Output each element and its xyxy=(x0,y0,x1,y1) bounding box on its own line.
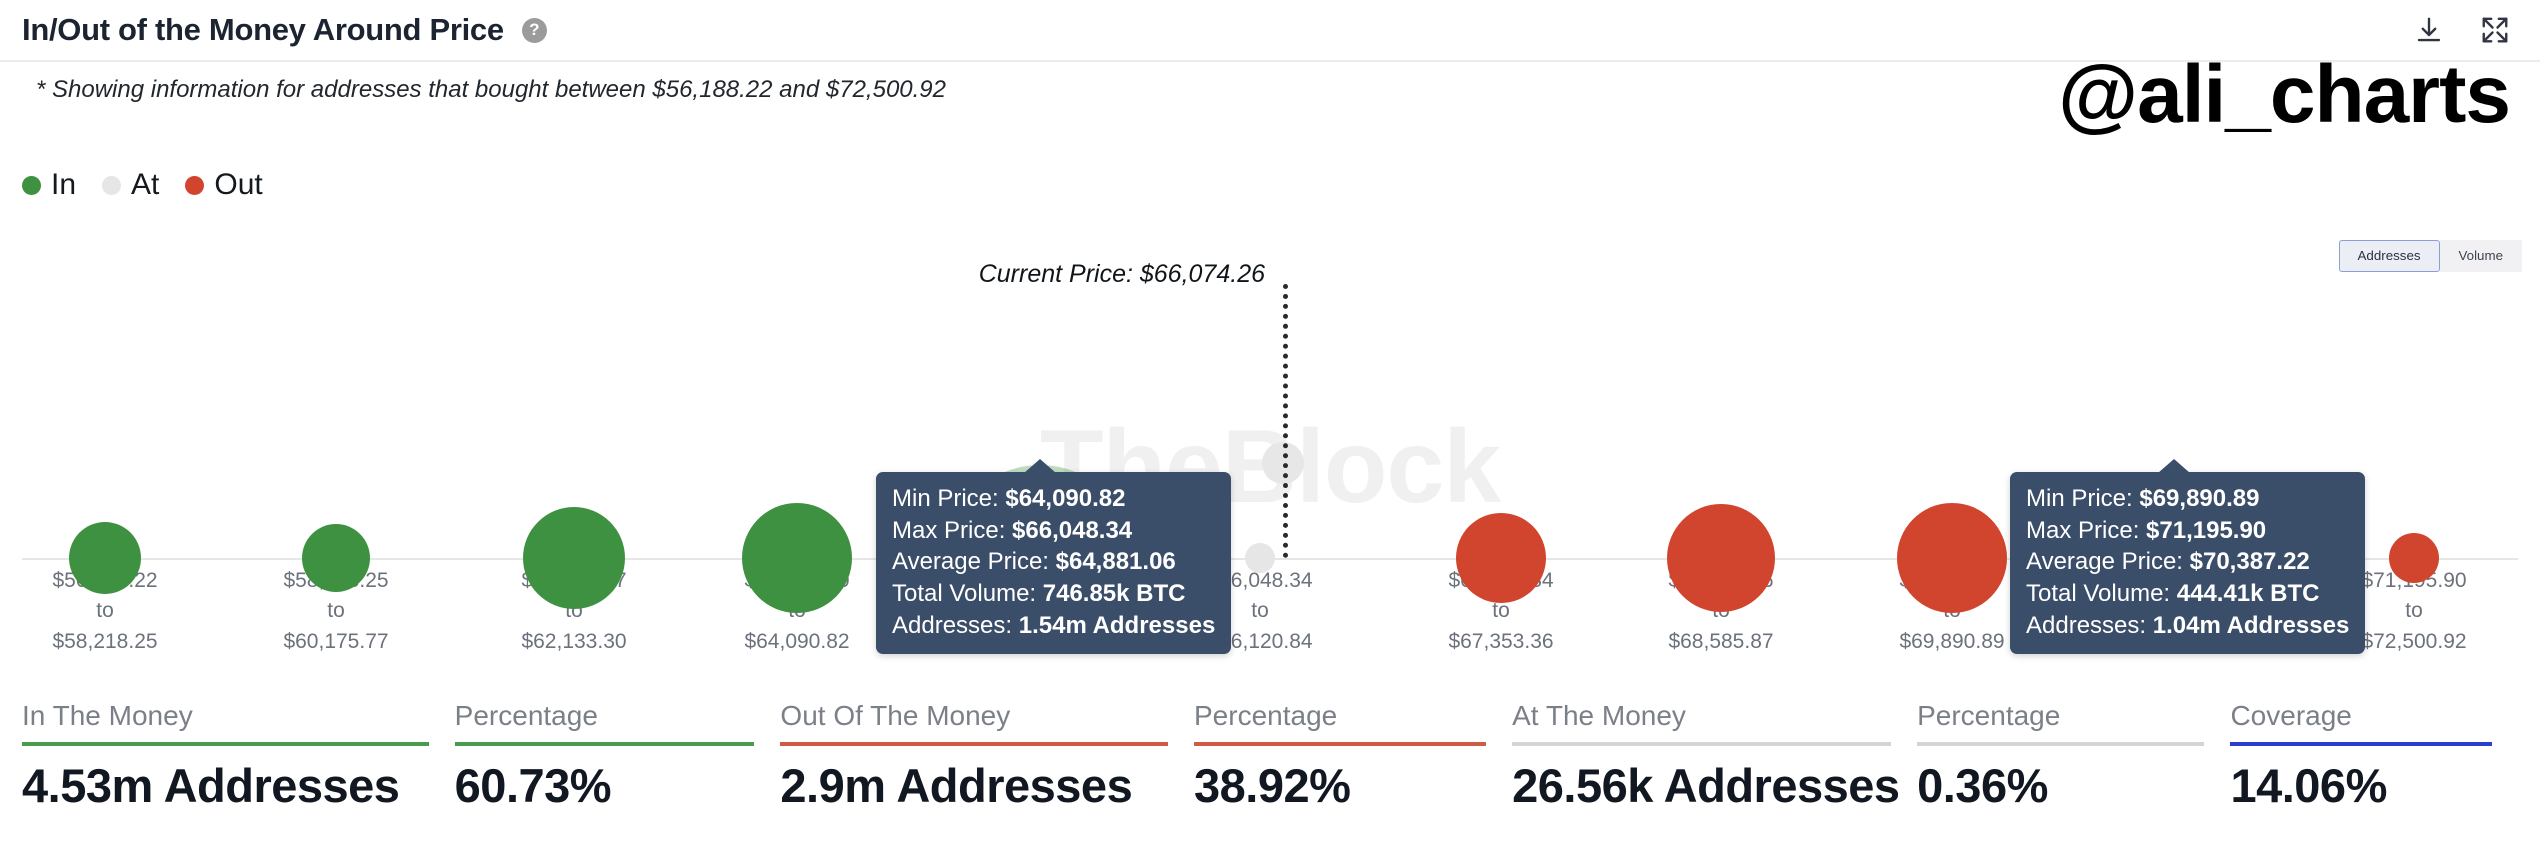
question-mark-icon[interactable]: ? xyxy=(521,17,547,43)
tooltip-row: Average Price: $70,387.22 xyxy=(2026,548,2310,576)
chart-subtitle: * Showing information for addresses that… xyxy=(36,76,946,103)
stat-value: 60.73% xyxy=(454,759,612,812)
tooltip-row: Min Price: $69,890.89 xyxy=(2026,485,2260,512)
tooltip-row: Max Price: $66,048.34 xyxy=(892,516,1133,544)
stat-label: At The Money xyxy=(1512,700,1686,731)
legend-dot-at xyxy=(102,175,122,195)
chart-widget: In/Out of the Money Around Price ? * Sho… xyxy=(0,0,2540,844)
legend-item-at[interactable]: At xyxy=(102,168,159,202)
bubble-at[interactable] xyxy=(1245,543,1275,573)
tooltip-row: Average Price: $64,881.06 xyxy=(892,548,1176,576)
tooltip-row: Addresses: 1.54m Addresses xyxy=(892,611,1216,639)
tooltip-row: Min Price: $64,090.82 xyxy=(892,485,1126,512)
current-price-label: Current Price: $66,074.26 xyxy=(978,260,1265,288)
legend-dot-out xyxy=(185,175,205,195)
bubble-out[interactable] xyxy=(2389,533,2439,583)
bubble-out[interactable] xyxy=(1456,513,1546,603)
bubble-out[interactable] xyxy=(1897,503,2007,613)
bubble-tooltip: Min Price: $64,090.82 Max Price: $66,048.… xyxy=(876,459,1232,655)
stat-label: In The Money xyxy=(22,700,193,731)
legend-item-out[interactable]: Out xyxy=(185,168,263,202)
bubble-in[interactable] xyxy=(523,507,625,609)
stat-label: Out Of The Money xyxy=(780,700,1011,731)
stat-card: Out Of The Money 2.9m Addresses xyxy=(780,700,1194,813)
chart-legend: In At Out xyxy=(22,168,263,202)
stat-value: 2.9m Addresses xyxy=(780,759,1133,812)
legend-label-in: In xyxy=(51,168,77,201)
legend-label-out: Out xyxy=(214,168,263,201)
legend-dot-in xyxy=(22,175,41,195)
stat-card: Coverage 14.06% xyxy=(2230,700,2518,813)
unit-toggle: Addresses Volume xyxy=(2338,240,2522,273)
brand-watermark: @ali_charts xyxy=(2058,49,2511,140)
stat-label: Percentage xyxy=(1194,700,1338,731)
page-title: In/Out of the Money Around Price xyxy=(22,12,504,47)
stat-label: Coverage xyxy=(2230,700,2352,731)
bubble-tooltip: Min Price: $69,890.89 Max Price: $71,195.… xyxy=(2010,459,2366,655)
current-price-line xyxy=(1283,284,1288,558)
bubble-out[interactable] xyxy=(1667,504,1775,612)
stat-card: Percentage 60.73% xyxy=(454,700,781,813)
bubble-in[interactable] xyxy=(742,503,852,613)
stat-label: Percentage xyxy=(1917,700,2061,731)
tooltip-row: Addresses: 1.04m Addresses xyxy=(2026,611,2350,639)
header-actions xyxy=(2414,15,2510,45)
download-icon[interactable] xyxy=(2414,15,2444,45)
stat-label: Percentage xyxy=(454,700,598,731)
summary-stats: In The Money 4.53m Addresses Percentage 60.… xyxy=(22,700,2518,813)
bubble-in[interactable] xyxy=(302,524,370,592)
stat-card: Percentage 0.36% xyxy=(1917,700,2230,813)
subtitle-bar: * Showing information for addresses that… xyxy=(0,54,2540,136)
bubble-in[interactable] xyxy=(69,522,141,594)
legend-item-in[interactable]: In xyxy=(22,168,76,202)
tooltip-row: Total Volume: 746.85k BTC xyxy=(892,580,1186,608)
fullscreen-icon[interactable] xyxy=(2480,15,2510,45)
stat-value: 14.06% xyxy=(2230,759,2387,812)
stat-value: 0.36% xyxy=(1917,759,2048,812)
tooltip-row: Total Volume: 444.41k BTC xyxy=(2026,580,2320,608)
stat-card: At The Money 26.56k Addresses xyxy=(1512,700,1917,813)
stat-card: Percentage 38.92% xyxy=(1194,700,1512,813)
unit-toggle-addresses[interactable]: Addresses xyxy=(2338,240,2440,273)
unit-toggle-volume[interactable]: Volume xyxy=(2439,240,2522,273)
stat-value: 26.56k Addresses xyxy=(1512,759,1900,812)
stat-value: 4.53m Addresses xyxy=(22,759,400,812)
tooltip-row: Max Price: $71,195.90 xyxy=(2026,516,2267,544)
stat-value: 38.92% xyxy=(1194,759,1351,812)
legend-label-at: At xyxy=(131,168,160,201)
stat-card: In The Money 4.53m Addresses xyxy=(22,700,455,813)
